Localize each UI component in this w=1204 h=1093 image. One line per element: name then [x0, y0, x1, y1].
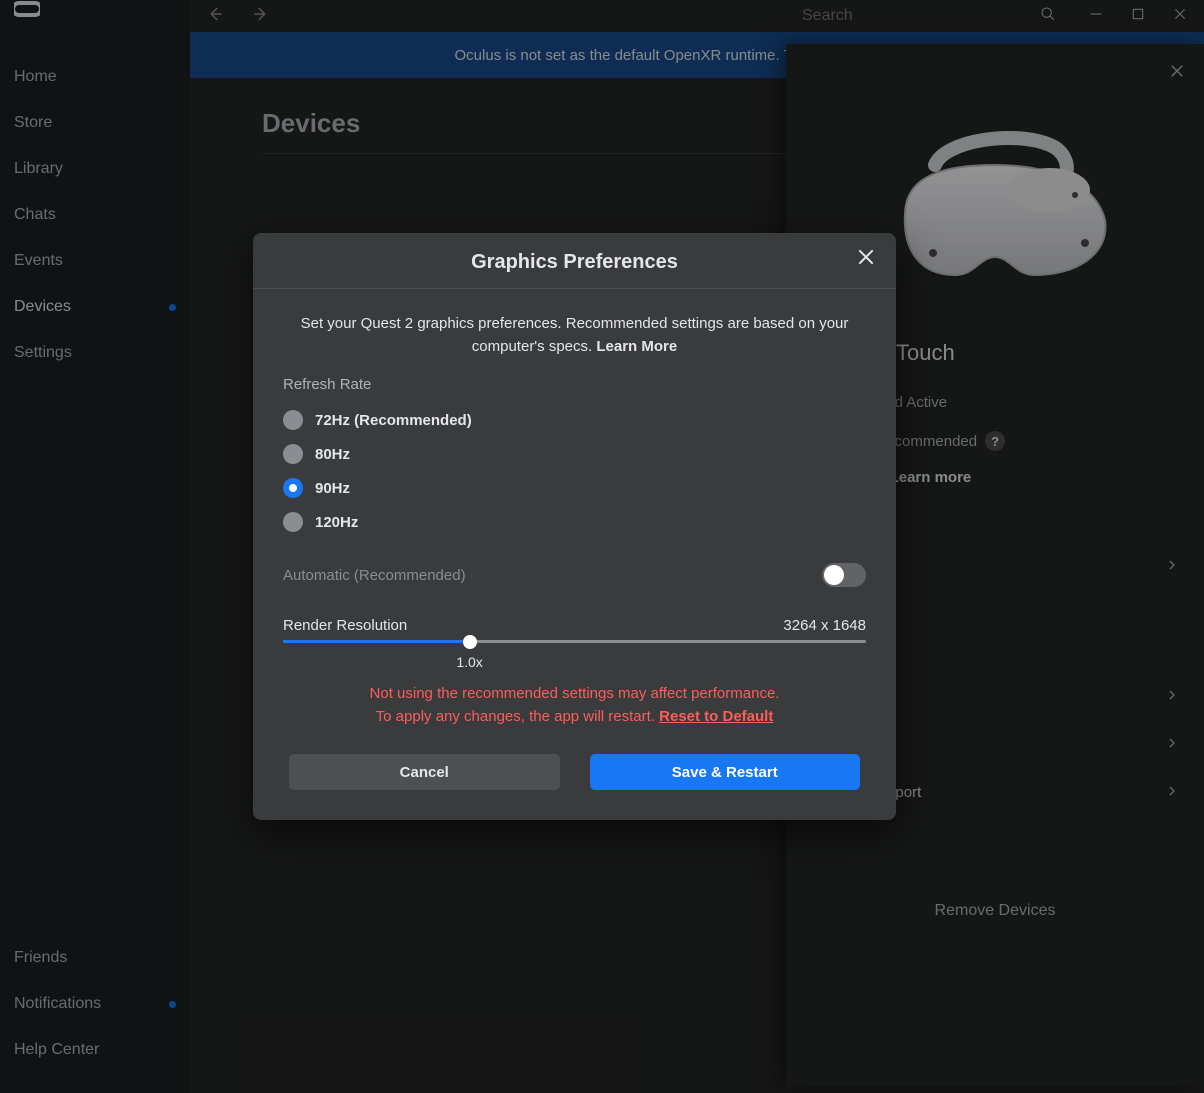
radio-label: 72Hz (Recommended): [315, 412, 472, 429]
sidebar-item-label: Home: [14, 68, 57, 86]
refresh-option-72hz[interactable]: 72Hz (Recommended): [283, 403, 866, 437]
sidebar-nav: Home Store Library Chats Events Devices …: [0, 54, 190, 376]
sidebar-item-label: Events: [14, 252, 63, 270]
modal-body: Set your Quest 2 graphics preferences. R…: [253, 289, 896, 748]
window-controls: [1088, 6, 1188, 27]
radio-icon: [283, 410, 303, 430]
sidebar-item-notifications[interactable]: Notifications: [0, 981, 190, 1027]
chevron-right-icon: [1166, 736, 1178, 753]
sidebar-item-label: Store: [14, 114, 52, 132]
learn-more-link[interactable]: Learn More: [596, 338, 677, 355]
sidebar-item-label: Settings: [14, 344, 72, 362]
radio-label: 120Hz: [315, 514, 358, 531]
forward-icon[interactable]: [252, 5, 270, 28]
render-value: 3264 x 1648: [783, 617, 866, 634]
sidebar-item-store[interactable]: Store: [0, 100, 190, 146]
chevron-right-icon: [1166, 688, 1178, 705]
refresh-option-120hz[interactable]: 120Hz: [283, 505, 866, 539]
slider-thumb[interactable]: [463, 635, 477, 649]
slider-track: [283, 640, 866, 643]
desc-text: Set your Quest 2 graphics preferences. R…: [301, 315, 849, 355]
badge-dot: [169, 1001, 176, 1008]
remove-devices-link[interactable]: Remove Devices: [812, 902, 1178, 920]
render-label: Render Resolution: [283, 617, 407, 634]
slider-tick-label: 1.0x: [456, 654, 482, 670]
search-icon[interactable]: [1040, 6, 1056, 27]
refresh-rate-label: Refresh Rate: [283, 376, 866, 393]
chevron-right-icon: [1166, 558, 1178, 575]
back-icon[interactable]: [206, 5, 224, 28]
close-icon[interactable]: [1168, 62, 1186, 85]
warning-line-2-text: To apply any changes, the app will resta…: [376, 708, 660, 725]
sidebar-item-settings[interactable]: Settings: [0, 330, 190, 376]
radio-label: 90Hz: [315, 480, 350, 497]
help-icon[interactable]: ?: [985, 431, 1005, 451]
sidebar-item-events[interactable]: Events: [0, 238, 190, 284]
search-area: [802, 6, 1194, 27]
radio-icon: [283, 478, 303, 498]
automatic-label: Automatic (Recommended): [283, 567, 466, 584]
warning-text: Not using the recommended settings may a…: [283, 683, 866, 728]
sidebar-item-label: Library: [14, 160, 63, 178]
automatic-toggle[interactable]: [822, 563, 866, 587]
radio-icon: [283, 444, 303, 464]
topbar: [190, 0, 1204, 32]
resolution-slider[interactable]: 1.0x: [283, 640, 866, 643]
badge-dot: [169, 304, 176, 311]
radio-label: 80Hz: [315, 446, 350, 463]
maximize-icon[interactable]: [1130, 6, 1146, 27]
reset-to-default-link[interactable]: Reset to Default: [659, 708, 773, 725]
radio-icon: [283, 512, 303, 532]
search-input[interactable]: [802, 7, 1022, 25]
graphics-preferences-modal: Graphics Preferences Set your Quest 2 gr…: [253, 233, 896, 820]
chevron-right-icon: [1166, 784, 1178, 801]
refresh-option-80hz[interactable]: 80Hz: [283, 437, 866, 471]
sidebar: Home Store Library Chats Events Devices …: [0, 0, 190, 1093]
refresh-option-90hz[interactable]: 90Hz: [283, 471, 866, 505]
sidebar-nav-bottom: Friends Notifications Help Center: [0, 935, 190, 1073]
nav-arrows: [200, 5, 270, 28]
warning-line-1: Not using the recommended settings may a…: [283, 683, 866, 706]
learn-more-link[interactable]: Learn more: [890, 469, 972, 486]
sidebar-item-chats[interactable]: Chats: [0, 192, 190, 238]
sidebar-item-devices[interactable]: Devices: [0, 284, 190, 330]
automatic-row: Automatic (Recommended): [283, 563, 866, 587]
modal-title: Graphics Preferences: [273, 251, 876, 274]
close-icon[interactable]: [856, 247, 876, 272]
save-restart-button[interactable]: Save & Restart: [590, 754, 861, 790]
modal-description: Set your Quest 2 graphics preferences. R…: [283, 313, 866, 358]
sidebar-item-label: Chats: [14, 206, 56, 224]
sidebar-item-friends[interactable]: Friends: [0, 935, 190, 981]
render-resolution-row: Render Resolution 3264 x 1648: [283, 617, 866, 634]
sidebar-item-library[interactable]: Library: [0, 146, 190, 192]
sidebar-item-label: Help Center: [14, 1041, 99, 1059]
modal-header: Graphics Preferences: [253, 233, 896, 289]
oculus-logo: [0, 0, 190, 30]
sidebar-item-home[interactable]: Home: [0, 54, 190, 100]
warning-line-2: To apply any changes, the app will resta…: [283, 706, 866, 729]
sidebar-item-help-center[interactable]: Help Center: [0, 1027, 190, 1073]
minimize-icon[interactable]: [1088, 6, 1104, 27]
cancel-button[interactable]: Cancel: [289, 754, 560, 790]
sidebar-item-label: Notifications: [14, 995, 101, 1013]
sidebar-item-label: Devices: [14, 298, 71, 316]
slider-fill: [283, 640, 470, 643]
close-icon[interactable]: [1172, 6, 1188, 27]
sidebar-item-label: Friends: [14, 949, 67, 967]
toggle-knob: [824, 565, 844, 585]
modal-footer: Cancel Save & Restart: [253, 748, 896, 820]
